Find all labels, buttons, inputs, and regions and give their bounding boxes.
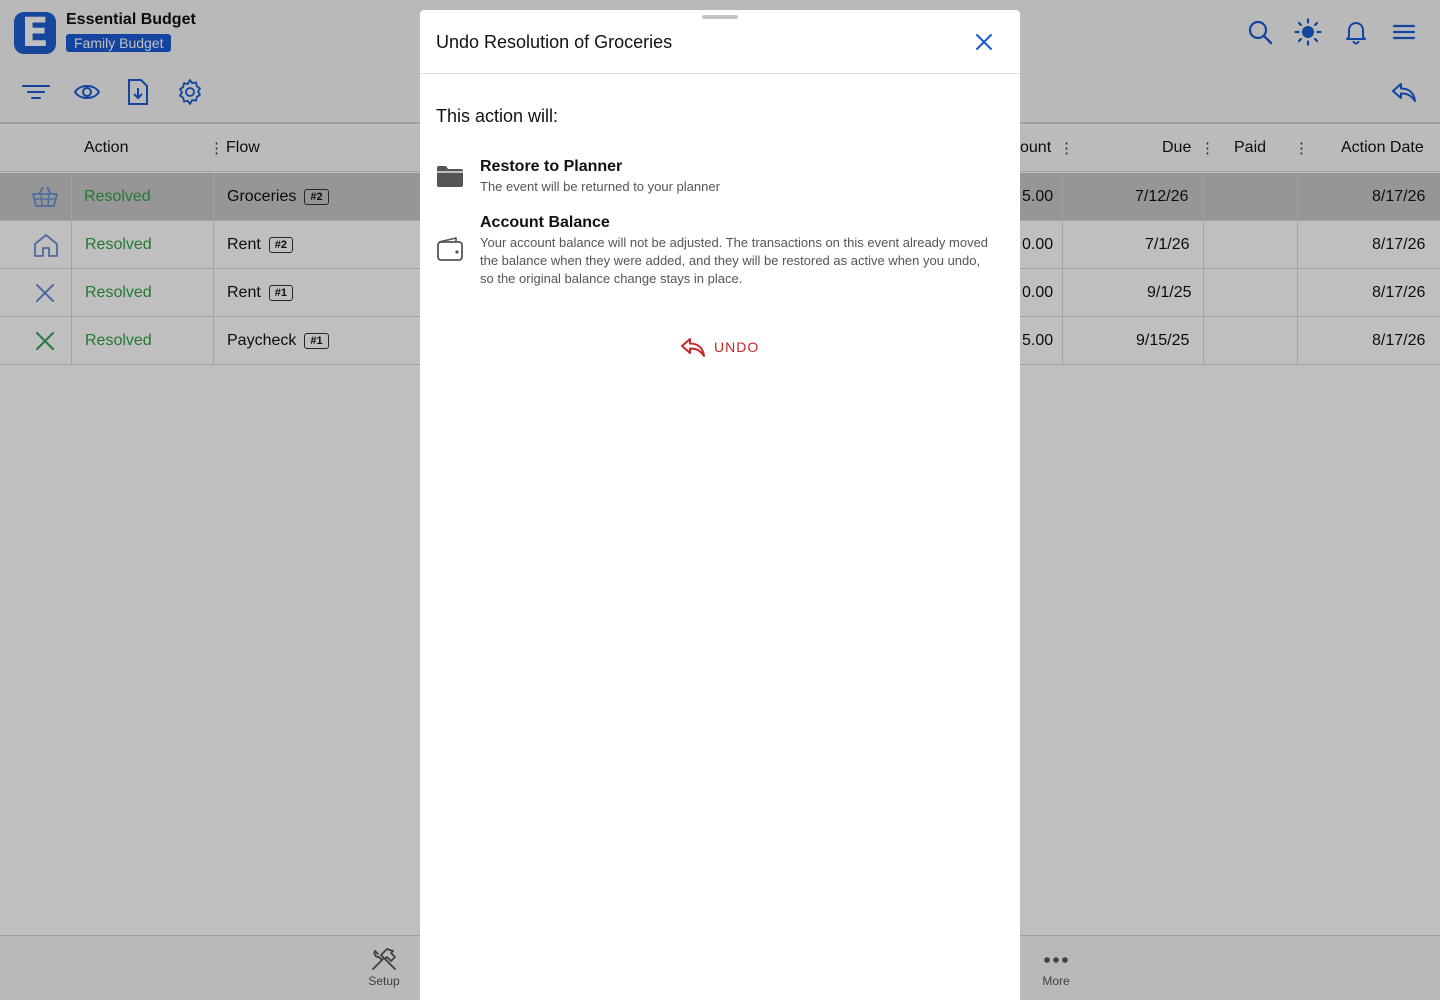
undo-label: UNDO: [714, 339, 760, 355]
effect-title: Restore to Planner: [480, 158, 623, 175]
undo-button[interactable]: UNDO: [680, 334, 759, 360]
close-icon: [976, 34, 992, 50]
folder-icon: [436, 164, 464, 192]
dialog-lead-text: This action will:: [436, 106, 559, 126]
undo-resolution-dialog: Undo Resolution of Groceries This action…: [420, 10, 1020, 1000]
dialog-header: Undo Resolution of Groceries: [420, 10, 1020, 74]
undo-reply-icon: [681, 338, 705, 357]
wallet-icon: [436, 236, 464, 264]
effect-description: The event will be returned to your plann…: [480, 179, 720, 194]
dialog-title: Undo Resolution of Groceries: [436, 32, 673, 52]
close-button[interactable]: [972, 30, 996, 54]
effect-description: Your account balance will not be adjuste…: [480, 235, 989, 286]
drag-handle[interactable]: [702, 15, 738, 19]
effect-title: Account Balance: [480, 214, 610, 231]
